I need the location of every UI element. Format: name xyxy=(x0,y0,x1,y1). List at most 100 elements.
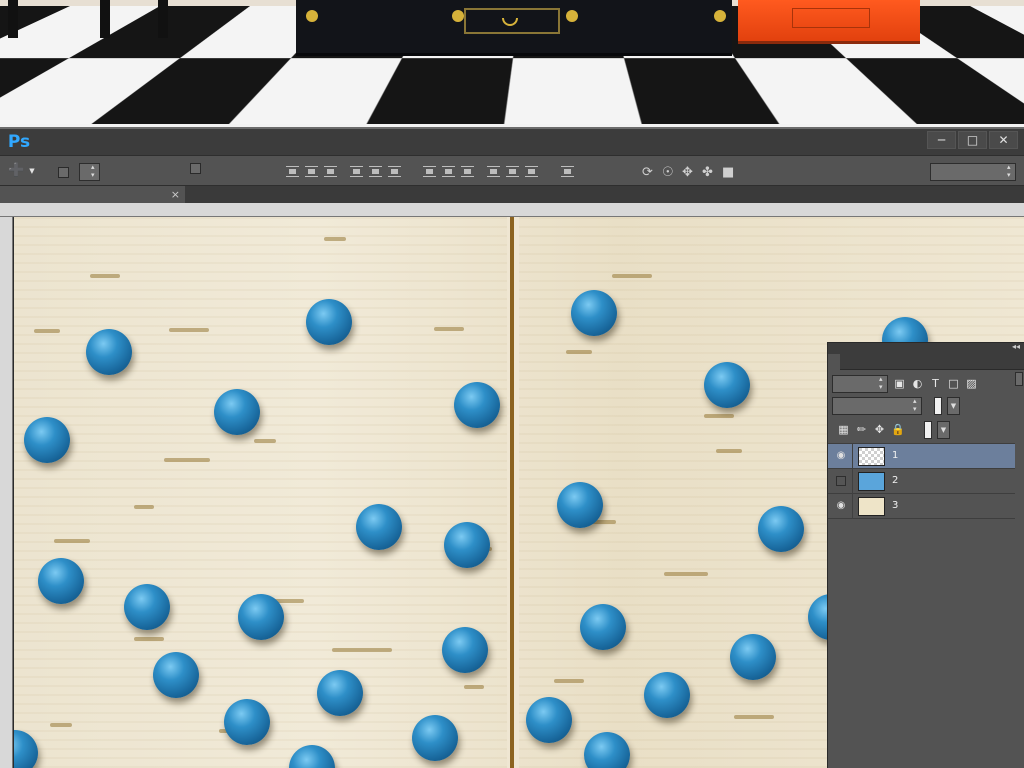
fill-stepper[interactable]: ▼ xyxy=(937,421,950,439)
wood-grain xyxy=(434,327,464,331)
minimize-button[interactable]: ─ xyxy=(927,131,956,149)
blend-mode-dropdown[interactable] xyxy=(832,397,922,415)
layer-name[interactable]: 2 xyxy=(892,475,898,486)
panel-scrollbar[interactable] xyxy=(1015,372,1023,386)
3d-scale-icon[interactable]: ■ xyxy=(722,165,734,180)
brush-icon[interactable]: ✏ xyxy=(855,424,868,436)
layer-row[interactable]: 2 xyxy=(828,469,1015,494)
move-lock-icon[interactable]: ✥ xyxy=(873,424,886,436)
wood-grain xyxy=(324,237,346,241)
blue-ball xyxy=(557,482,603,528)
layer-row-separator xyxy=(852,469,853,494)
align-hcenter-icon[interactable] xyxy=(369,166,382,177)
restore-button[interactable]: □ xyxy=(958,131,987,149)
layer-row-separator xyxy=(852,494,853,519)
layer-row[interactable]: ◉ 3 xyxy=(828,494,1015,519)
filter-smart-object-icon[interactable]: ▨ xyxy=(965,378,978,390)
filter-pixel-icon[interactable]: ▣ xyxy=(893,378,906,390)
lock-transparent-icon[interactable]: ▦ xyxy=(837,424,850,436)
workspace-switcher[interactable] xyxy=(930,163,1016,181)
distribute-right-icon[interactable] xyxy=(525,166,538,177)
auto-select-dropdown[interactable] xyxy=(79,163,100,181)
blue-ball xyxy=(14,730,38,768)
collapse-icon[interactable]: ◂◂ xyxy=(1012,342,1020,351)
align-right-icon[interactable] xyxy=(388,166,401,177)
visibility-toggle[interactable] xyxy=(836,476,846,486)
furniture-photo xyxy=(0,0,1024,124)
layer-thumbnail[interactable] xyxy=(858,447,885,466)
distribute-bottom-icon[interactable] xyxy=(461,166,474,177)
blue-ball xyxy=(580,604,626,650)
layers-tab[interactable] xyxy=(828,354,840,370)
wood-grain xyxy=(734,715,774,719)
distribute-top-icon[interactable] xyxy=(423,166,436,177)
layer-name[interactable]: 1 xyxy=(892,450,898,461)
3d-slide-icon[interactable]: ✤ xyxy=(702,165,713,180)
align-top-icon[interactable] xyxy=(286,166,299,177)
layer-kind-filter[interactable] xyxy=(832,375,888,393)
wood-grain xyxy=(54,539,90,543)
move-tool-preset[interactable]: ➕ ▼ xyxy=(8,163,35,178)
wood-grain xyxy=(34,329,60,333)
blue-ball xyxy=(224,699,270,745)
filter-adjustment-icon[interactable]: ◐ xyxy=(911,378,924,390)
show-transform-checkbox[interactable] xyxy=(190,163,201,174)
close-tab-icon[interactable]: × xyxy=(171,186,180,203)
window-controls: ─ □ ✕ xyxy=(927,131,1018,149)
layers-panel-header xyxy=(828,354,1024,370)
red-cabinet xyxy=(738,0,920,44)
align-bottom-icon[interactable] xyxy=(324,166,337,177)
close-button[interactable]: ✕ xyxy=(989,131,1018,149)
layer-filter-row: ▣ ◐ T □ ▨ xyxy=(832,375,978,393)
wood-grain xyxy=(716,449,742,453)
auto-align-icon[interactable] xyxy=(561,166,574,177)
lock-fill-row: ▦ ✏ ✥ 🔒 ▼ xyxy=(832,421,950,439)
layer-thumbnail[interactable] xyxy=(858,497,885,516)
eye-icon[interactable]: ◉ xyxy=(834,450,848,462)
3d-rotate-icon[interactable]: ⟳ xyxy=(642,165,653,180)
vertical-ruler[interactable] xyxy=(0,217,13,768)
distribute-left-icon[interactable] xyxy=(487,166,500,177)
layer-row[interactable]: ◉ 1 xyxy=(828,444,1015,469)
filter-type-icon[interactable]: T xyxy=(929,378,942,390)
align-vcenter-icon[interactable] xyxy=(305,166,318,177)
auto-select-option[interactable] xyxy=(58,163,100,181)
show-transform-option[interactable] xyxy=(190,163,206,174)
blue-ball xyxy=(238,594,284,640)
distribute-hcenter-icon[interactable] xyxy=(506,166,519,177)
chevron-down-icon: ▼ xyxy=(29,166,35,175)
layer-row-separator xyxy=(852,444,853,469)
3d-drag-icon[interactable]: ✥ xyxy=(682,165,693,180)
blue-ball xyxy=(317,670,363,716)
lock-icon[interactable]: 🔒 xyxy=(891,424,905,436)
wood-grain xyxy=(134,505,154,509)
options-bar: ➕ ▼ ⟳ ☉ ✥ ✤ ■ xyxy=(0,155,1024,186)
horizontal-ruler[interactable] xyxy=(0,203,1024,217)
wood-grain xyxy=(704,414,734,418)
3d-roll-icon[interactable]: ☉ xyxy=(662,165,674,180)
menu-bar: Ps ─ □ ✕ xyxy=(0,127,1024,155)
wood-panel-divider xyxy=(507,217,519,768)
wood-grain xyxy=(566,350,592,354)
layer-name[interactable]: 3 xyxy=(892,500,898,511)
panel-collapse-strip[interactable]: ◂◂ xyxy=(828,342,1024,354)
fill-field[interactable] xyxy=(924,421,932,439)
eye-icon[interactable]: ◉ xyxy=(834,500,848,512)
align-left-icon[interactable] xyxy=(350,166,363,177)
photoshop-logo-icon: Ps xyxy=(7,132,31,152)
filter-shape-icon[interactable]: □ xyxy=(947,378,960,390)
opacity-stepper[interactable]: ▼ xyxy=(947,397,960,415)
blue-ball xyxy=(289,745,335,768)
workspace-dropdown[interactable] xyxy=(930,163,1016,181)
wood-grain xyxy=(50,723,72,727)
document-tab[interactable]: × xyxy=(0,186,185,203)
layer-thumbnail[interactable] xyxy=(858,472,885,491)
blue-ball xyxy=(38,558,84,604)
opacity-field[interactable] xyxy=(934,397,942,415)
blue-ball xyxy=(153,652,199,698)
distribute-vcenter-icon[interactable] xyxy=(442,166,455,177)
blue-ball xyxy=(571,290,617,336)
blue-ball xyxy=(704,362,750,408)
layers-panel: ◂◂ ▣ ◐ T □ ▨ ▼ ▦ ✏ ✥ 🔒 ▼ ◉12◉3 xyxy=(827,342,1024,768)
auto-select-checkbox[interactable] xyxy=(58,166,69,178)
